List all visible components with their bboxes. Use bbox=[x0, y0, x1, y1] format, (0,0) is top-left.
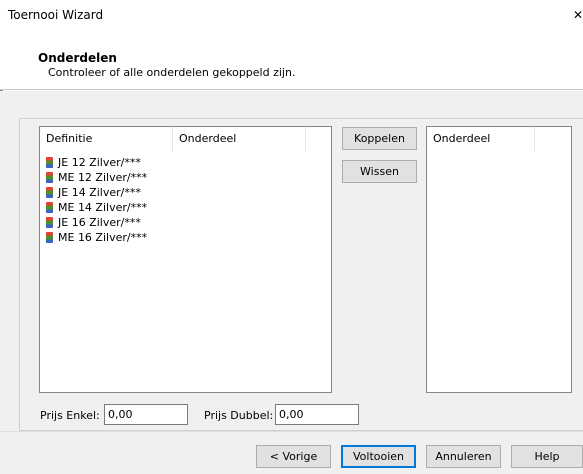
list-item-label: JE 12 Zilver/*** bbox=[58, 156, 141, 169]
cancel-button[interactable]: Annuleren bbox=[426, 445, 501, 468]
column-onderdeel[interactable]: Onderdeel bbox=[173, 127, 306, 151]
column-definitie[interactable]: Definitie bbox=[40, 127, 173, 151]
list-item-label: ME 12 Zilver/*** bbox=[58, 171, 148, 184]
list-item-label: ME 16 Zilver/*** bbox=[58, 231, 148, 244]
list-item[interactable]: JE 16 Zilver/*** bbox=[46, 215, 147, 230]
page-subtitle: Controleer of alle onderdelen gekoppeld … bbox=[48, 66, 296, 79]
list-item-label: JE 16 Zilver/*** bbox=[58, 216, 141, 229]
list-item[interactable]: JE 12 Zilver/*** bbox=[46, 155, 147, 170]
database-icon bbox=[46, 232, 53, 243]
prijs-enkel-field[interactable]: 0,00 bbox=[104, 404, 188, 425]
list-item[interactable]: ME 12 Zilver/*** bbox=[46, 170, 147, 185]
close-icon[interactable]: ✕ bbox=[573, 8, 583, 22]
list-item[interactable]: JE 14 Zilver/*** bbox=[46, 185, 147, 200]
onderdelen-list[interactable]: Onderdeel bbox=[426, 126, 572, 393]
prijs-dubbel-label: Prijs Dubbel: bbox=[204, 409, 274, 422]
koppelen-button[interactable]: Koppelen bbox=[342, 127, 417, 150]
definitions-rows: JE 12 Zilver/*** ME 12 Zilver/*** JE 14 … bbox=[46, 155, 147, 245]
list-item[interactable]: ME 14 Zilver/*** bbox=[46, 200, 147, 215]
prijs-enkel-label: Prijs Enkel: bbox=[40, 409, 100, 422]
finish-button[interactable]: Voltooien bbox=[341, 445, 416, 468]
list-item-label: JE 14 Zilver/*** bbox=[58, 186, 141, 199]
prijs-dubbel-field[interactable]: 0,00 bbox=[275, 404, 359, 425]
database-icon bbox=[46, 172, 53, 183]
wizard-header: Onderdelen Controleer of alle onderdelen… bbox=[0, 30, 583, 90]
page-title: Onderdelen bbox=[38, 51, 117, 65]
title-bar: Toernooi Wizard ✕ bbox=[0, 0, 583, 30]
help-button[interactable]: Help bbox=[511, 445, 583, 468]
list-item-label: ME 14 Zilver/*** bbox=[58, 201, 148, 214]
wissen-button[interactable]: Wissen bbox=[342, 160, 417, 183]
back-button[interactable]: < Vorige bbox=[256, 445, 331, 468]
column-onderdeel[interactable]: Onderdeel bbox=[427, 127, 535, 151]
database-icon bbox=[46, 202, 53, 213]
definitions-list[interactable]: Definitie Onderdeel JE 12 Zilver/*** ME … bbox=[39, 126, 332, 393]
database-icon bbox=[46, 157, 53, 168]
database-icon bbox=[46, 217, 53, 228]
window-title: Toernooi Wizard bbox=[8, 8, 104, 22]
wizard-footer: < Vorige Voltooien Annuleren Help bbox=[0, 431, 583, 474]
list-item[interactable]: ME 16 Zilver/*** bbox=[46, 230, 147, 245]
database-icon bbox=[46, 187, 53, 198]
